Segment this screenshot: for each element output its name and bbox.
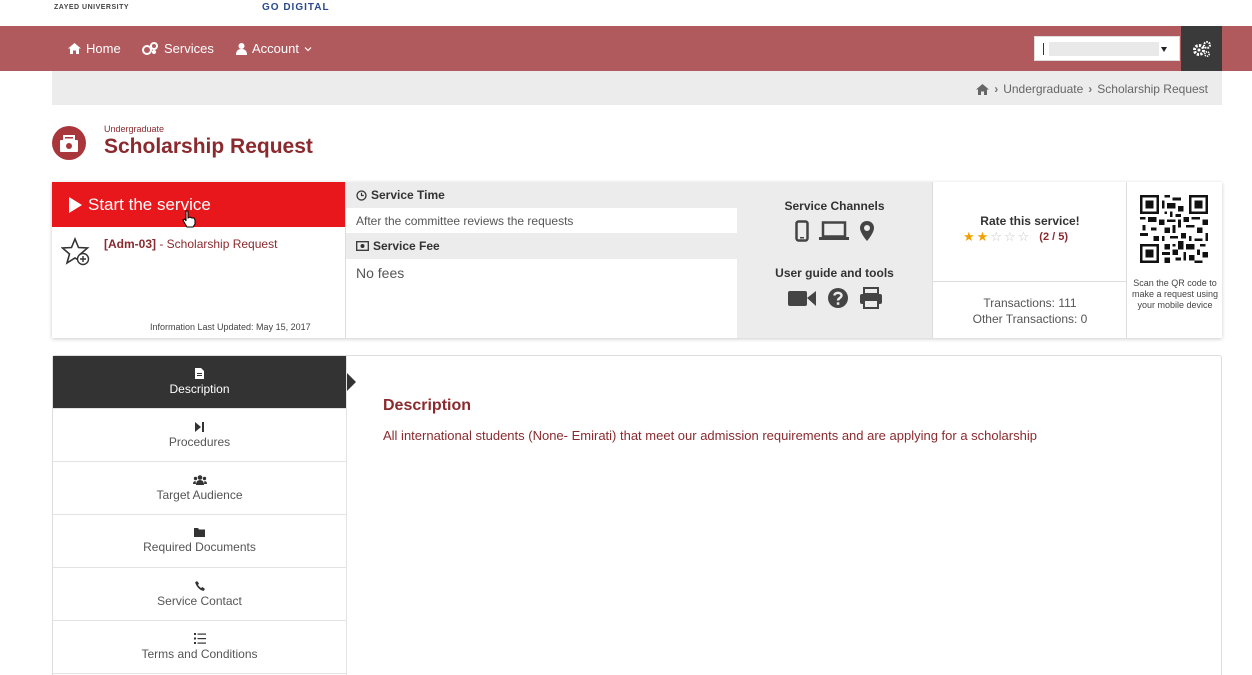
page-category: Undergraduate bbox=[104, 124, 165, 134]
channels-icons bbox=[737, 220, 932, 242]
nav-account[interactable]: Account bbox=[236, 41, 312, 56]
location-pin-icon[interactable] bbox=[859, 220, 875, 242]
user-select-dropdown[interactable] bbox=[1034, 36, 1180, 61]
mobile-icon[interactable] bbox=[794, 220, 809, 242]
service-time-value: After the committee reviews the requests bbox=[356, 213, 574, 228]
service-fee-label: Service Fee bbox=[373, 239, 440, 253]
settings-button[interactable] bbox=[1181, 26, 1222, 71]
money-icon bbox=[356, 241, 369, 251]
service-details: Service Time After the committee reviews… bbox=[345, 182, 737, 338]
home-icon[interactable] bbox=[976, 83, 990, 95]
tab-service-contact[interactable]: Service Contact bbox=[53, 568, 346, 621]
rate-title: Rate this service! bbox=[980, 214, 1080, 228]
star-empty-icon[interactable]: ☆ bbox=[990, 229, 1002, 245]
rating-stars[interactable]: ★ ★ ☆ ☆ ☆ (2 / 5) bbox=[963, 229, 1068, 245]
video-icon[interactable] bbox=[787, 288, 817, 308]
start-service-button[interactable]: Start the service bbox=[52, 182, 345, 227]
description-title: Description bbox=[383, 397, 472, 414]
guide-title: User guide and tools bbox=[775, 266, 894, 280]
play-icon bbox=[69, 196, 82, 213]
services-icon bbox=[142, 42, 158, 55]
nav-services-label: Services bbox=[164, 41, 214, 56]
tab-label: Terms and Conditions bbox=[141, 647, 258, 661]
tab-divider bbox=[346, 356, 347, 675]
service-time-label: Service Time bbox=[371, 188, 445, 202]
service-fee-value: No fees bbox=[356, 265, 405, 281]
channels-title: Service Channels bbox=[784, 199, 885, 213]
qr-panel: Scan the QR code to make a request using… bbox=[1126, 182, 1222, 338]
clock-icon bbox=[356, 189, 367, 201]
divider bbox=[933, 281, 1127, 282]
breadcrumb-separator-icon: › bbox=[994, 82, 999, 96]
users-icon bbox=[192, 474, 207, 485]
service-channels: Service Channels User guide and tools bbox=[737, 182, 932, 338]
chevron-down-icon bbox=[304, 46, 312, 51]
qr-code bbox=[1140, 195, 1208, 263]
service-content-panel: Description Procedures Target Audience R… bbox=[52, 355, 1222, 675]
star-filled-icon[interactable]: ★ bbox=[963, 229, 975, 245]
rating-score: (2 / 5) bbox=[1039, 231, 1069, 243]
service-code-line: [Adm-03] - Scholarship Request bbox=[104, 237, 277, 251]
qr-caption: Scan the QR code to make a request using… bbox=[1131, 278, 1219, 310]
guide-icons bbox=[737, 287, 932, 309]
folder-icon bbox=[194, 528, 205, 537]
university-logo[interactable]: ZAYED UNIVERSITY bbox=[54, 4, 129, 11]
list-icon bbox=[193, 633, 206, 644]
tab-label: Description bbox=[169, 382, 230, 396]
last-updated: Information Last Updated: May 15, 2017 bbox=[150, 322, 311, 332]
go-digital-logo[interactable]: GO DIGITAL bbox=[262, 2, 330, 13]
breadcrumb-current: Scholarship Request bbox=[1097, 82, 1208, 96]
breadcrumb-bar: › Undergraduate › Scholarship Request bbox=[52, 71, 1222, 105]
graduation-scholarship-icon bbox=[52, 126, 86, 160]
tab-terms-and-conditions[interactable]: Terms and Conditions bbox=[53, 621, 346, 674]
hand-cursor-icon bbox=[182, 210, 196, 228]
user-icon bbox=[236, 42, 247, 55]
phone-icon bbox=[194, 580, 205, 591]
tab-required-documents[interactable]: Required Documents bbox=[53, 515, 346, 568]
tab-label: Procedures bbox=[168, 434, 231, 449]
star-empty-icon[interactable]: ☆ bbox=[1004, 229, 1016, 245]
breadcrumb-separator-icon: › bbox=[1088, 82, 1093, 96]
gears-icon bbox=[1192, 40, 1211, 57]
other-transactions-count: Other Transactions: 0 bbox=[972, 312, 1088, 326]
service-code-name: - Scholarship Request bbox=[156, 237, 278, 251]
home-icon bbox=[68, 43, 81, 54]
star-filled-icon[interactable]: ★ bbox=[977, 229, 989, 245]
top-logo-strip: ZAYED UNIVERSITY GO DIGITAL bbox=[0, 0, 1252, 26]
tab-description[interactable]: Description bbox=[53, 356, 356, 409]
breadcrumb-undergraduate[interactable]: Undergraduate bbox=[1003, 82, 1083, 96]
rating-panel: Rate this service! ★ ★ ☆ ☆ ☆ (2 / 5) Tra… bbox=[932, 182, 1127, 338]
tab-target-audience[interactable]: Target Audience bbox=[53, 462, 346, 515]
nav-home-label: Home bbox=[86, 41, 121, 56]
text-caret bbox=[1043, 43, 1044, 55]
add-favorite-star-icon[interactable] bbox=[61, 237, 93, 267]
tab-label: Target Audience bbox=[156, 487, 243, 502]
service-info-card: Start the service [Adm-03] - Scholarship… bbox=[52, 182, 1222, 338]
step-forward-icon bbox=[195, 421, 204, 432]
nav-services[interactable]: Services bbox=[142, 41, 214, 56]
nav-home[interactable]: Home bbox=[68, 41, 121, 56]
tab-label: Required Documents bbox=[143, 540, 256, 554]
service-tabs: Description Procedures Target Audience R… bbox=[53, 356, 356, 674]
description-text: All international students (None- Emirat… bbox=[383, 428, 1037, 443]
service-fee-header: Service Fee bbox=[346, 233, 737, 259]
page-title: Scholarship Request bbox=[104, 135, 313, 158]
service-time-header: Service Time bbox=[346, 182, 737, 208]
help-icon[interactable] bbox=[827, 287, 849, 309]
tab-procedures[interactable]: Procedures bbox=[53, 409, 346, 462]
laptop-icon[interactable] bbox=[818, 221, 849, 241]
redacted-value bbox=[1049, 42, 1159, 56]
transactions-count: Transactions: 111 bbox=[983, 296, 1077, 310]
main-navbar: Home Services Account bbox=[0, 26, 1252, 71]
breadcrumb: › Undergraduate › Scholarship Request bbox=[976, 82, 1208, 96]
file-icon bbox=[195, 368, 204, 379]
tab-label: Service Contact bbox=[157, 593, 242, 608]
print-icon[interactable] bbox=[859, 287, 883, 309]
star-empty-icon[interactable]: ☆ bbox=[1018, 229, 1030, 245]
nav-account-label: Account bbox=[252, 41, 299, 56]
dropdown-arrow-icon bbox=[1161, 47, 1167, 52]
service-code: [Adm-03] bbox=[104, 237, 157, 251]
